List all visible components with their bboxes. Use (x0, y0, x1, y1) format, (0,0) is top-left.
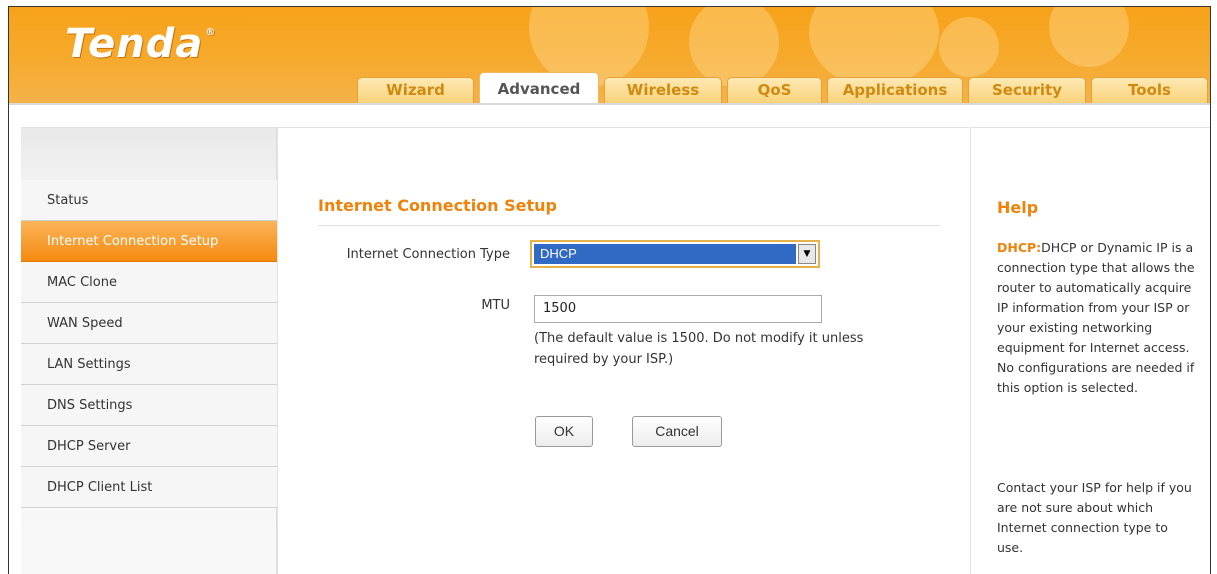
page-title: Internet Connection Setup (318, 196, 557, 215)
tab-wizard[interactable]: Wizard (357, 77, 474, 103)
help-body: DHCP or Dynamic IP is a connection type … (997, 240, 1195, 395)
main-panel: Internet Connection Setup Internet Conne… (277, 127, 969, 574)
decor-bubble (689, 7, 779, 87)
decor-bubble (1049, 7, 1129, 67)
mtu-note: (The default value is 1500. Do not modif… (534, 331, 864, 367)
help-text-dhcp: DHCP:DHCP or Dynamic IP is a connection … (997, 238, 1197, 398)
chevron-down-icon[interactable]: ▼ (798, 244, 816, 264)
router-admin-window: Tenda ® Wizard Advanced Wireless QoS Appl… (8, 6, 1211, 574)
connection-type-value: DHCP (534, 244, 796, 264)
sidebar: Status Internet Connection Setup MAC Clo… (21, 127, 277, 574)
ok-button[interactable]: OK (535, 416, 593, 447)
logo-text: Tenda (65, 21, 204, 67)
sidebar-item-wan-speed[interactable]: WAN Speed (21, 303, 277, 344)
tab-applications[interactable]: Applications (827, 77, 963, 103)
title-divider (318, 225, 940, 226)
help-keyword: DHCP: (997, 240, 1042, 255)
mtu-label: MTU (481, 298, 510, 313)
decor-bubble (939, 17, 999, 77)
mtu-input[interactable]: 1500 (534, 295, 822, 323)
connection-type-label: Internet Connection Type (346, 247, 510, 262)
cancel-button[interactable]: Cancel (632, 416, 722, 447)
tab-wireless[interactable]: Wireless (604, 77, 722, 103)
connection-type-select[interactable]: DHCP ▼ (530, 240, 820, 268)
header-divider (9, 103, 1210, 105)
sidebar-item-internet-connection-setup[interactable]: Internet Connection Setup (21, 221, 277, 262)
header: Tenda ® Wizard Advanced Wireless QoS Appl… (9, 7, 1210, 103)
sidebar-item-dhcp-server[interactable]: DHCP Server (21, 426, 277, 467)
sidebar-item-status[interactable]: Status (21, 180, 277, 221)
tab-qos[interactable]: QoS (727, 77, 822, 103)
sidebar-item-dns-settings[interactable]: DNS Settings (21, 385, 277, 426)
help-panel: Help DHCP:DHCP or Dynamic IP is a connec… (970, 127, 1210, 574)
tab-security[interactable]: Security (968, 77, 1086, 103)
sidebar-item-dhcp-client-list[interactable]: DHCP Client List (21, 467, 277, 508)
sidebar-item-lan-settings[interactable]: LAN Settings (21, 344, 277, 385)
main-nav-tabs: Wizard Advanced Wireless QoS Application… (9, 72, 1210, 103)
registered-mark: ® (205, 27, 217, 38)
help-title: Help (997, 198, 1039, 217)
tab-advanced[interactable]: Advanced (479, 72, 599, 103)
tab-tools[interactable]: Tools (1091, 77, 1208, 103)
help-text-contact: Contact your ISP for help if you are not… (997, 480, 1192, 555)
sidebar-item-mac-clone[interactable]: MAC Clone (21, 262, 277, 303)
decor-bubble (809, 7, 939, 87)
tenda-logo: Tenda ® (65, 21, 216, 67)
